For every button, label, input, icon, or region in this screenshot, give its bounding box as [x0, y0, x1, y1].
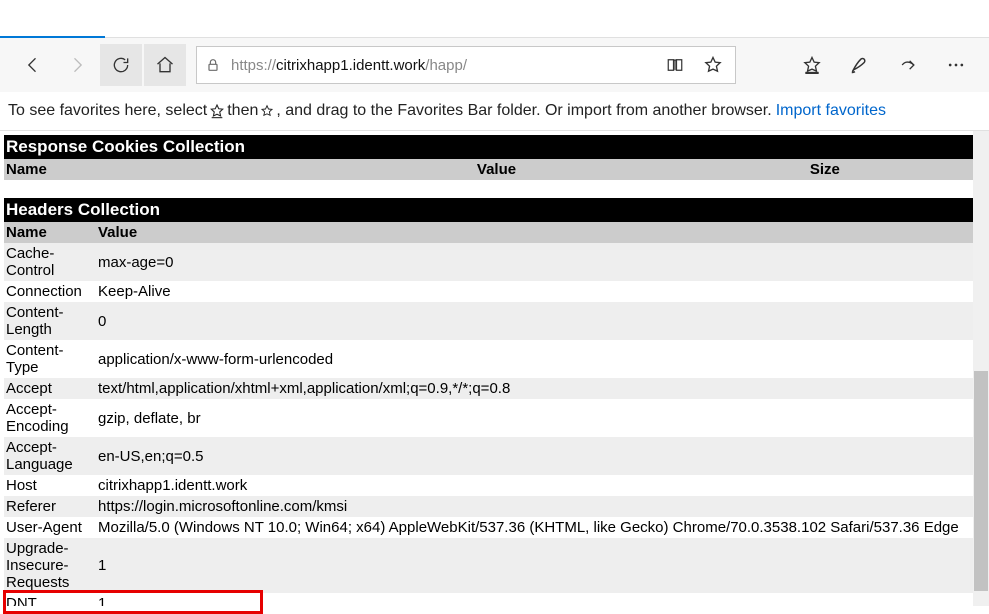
- cell-value: text/html,application/xhtml+xml,applicat…: [96, 378, 989, 399]
- response-cookies-table: Name Value Size: [4, 159, 989, 180]
- home-button[interactable]: [144, 44, 186, 86]
- col-size: Size: [661, 159, 989, 180]
- favorites-menu-button[interactable]: [791, 44, 833, 86]
- cell-name: Host: [4, 475, 96, 496]
- favbar-text-1: To see favorites here, select: [8, 102, 207, 120]
- favbar-text-3: , and drag to the Favorites Bar folder. …: [276, 102, 771, 120]
- col-value: Value: [332, 159, 660, 180]
- table-row: Accept-Encodinggzip, deflate, br: [4, 399, 989, 437]
- cell-value: Mozilla/5.0 (Windows NT 10.0; Win64; x64…: [96, 517, 989, 538]
- cell-value: citrixhapp1.identt.work: [96, 475, 989, 496]
- cell-name: Referer: [4, 496, 96, 517]
- cell-value: Keep-Alive: [96, 281, 989, 302]
- cell-name: Connection: [4, 281, 96, 302]
- table-row: Cache-Controlmax-age=0: [4, 243, 989, 281]
- cell-name: Upgrade-Insecure-Requests: [4, 538, 96, 593]
- page-content: Response Cookies Collection Name Value S…: [0, 131, 989, 606]
- toolbar-right-group: [791, 44, 977, 86]
- cell-value: 0: [96, 302, 989, 340]
- forward-button[interactable]: [56, 44, 98, 86]
- page-viewport: Response Cookies Collection Name Value S…: [0, 130, 989, 606]
- vertical-scrollbar[interactable]: [973, 131, 989, 606]
- table-row: ConnectionKeep-Alive: [4, 281, 989, 302]
- favbar-text-2: then: [227, 102, 258, 120]
- url-text[interactable]: https://citrixhapp1.identt.work/happ/: [231, 57, 651, 74]
- share-button[interactable]: [887, 44, 929, 86]
- cell-value: max-age=0: [96, 243, 989, 281]
- cell-name: Accept: [4, 378, 96, 399]
- col-name: Name: [4, 159, 332, 180]
- favorite-star-button[interactable]: [699, 51, 727, 79]
- reading-view-button[interactable]: [661, 51, 689, 79]
- cell-value: en-US,en;q=0.5: [96, 437, 989, 475]
- cell-name: Accept-Encoding: [4, 399, 96, 437]
- table-row: Accept-Languageen-US,en;q=0.5: [4, 437, 989, 475]
- table-row: Upgrade-Insecure-Requests1: [4, 538, 989, 593]
- table-row: DNT1: [4, 593, 989, 606]
- favorite-list-icon: [209, 103, 225, 119]
- cell-value: gzip, deflate, br: [96, 399, 989, 437]
- table-row: User-AgentMozilla/5.0 (Windows NT 10.0; …: [4, 517, 989, 538]
- cell-value: 1: [96, 593, 989, 606]
- headers-table: Name Value Cache-Controlmax-age=0 Connec…: [4, 222, 989, 606]
- cell-name: DNT: [4, 593, 96, 606]
- cell-value: application/x-www-form-urlencoded: [96, 340, 989, 378]
- cell-name: Cache-Control: [4, 243, 96, 281]
- cell-name: Content-Type: [4, 340, 96, 378]
- import-favorites-link[interactable]: Import favorites: [776, 102, 886, 120]
- url-path: /happ/: [425, 57, 467, 74]
- headers-header-row: Name Value: [4, 222, 989, 243]
- refresh-button[interactable]: [100, 44, 142, 86]
- response-cookies-heading: Response Cookies Collection: [4, 135, 989, 159]
- table-row: Content-Typeapplication/x-www-form-urlen…: [4, 340, 989, 378]
- url-protocol: https://: [231, 57, 276, 74]
- table-row: Hostcitrixhapp1.identt.work: [4, 475, 989, 496]
- table-row: Accepttext/html,application/xhtml+xml,ap…: [4, 378, 989, 399]
- col-name: Name: [4, 222, 96, 243]
- notes-button[interactable]: [839, 44, 881, 86]
- more-button[interactable]: [935, 44, 977, 86]
- favorites-bar-hint: To see favorites here, select then , and…: [0, 92, 989, 130]
- response-cookies-header-row: Name Value Size: [4, 159, 989, 180]
- cell-value: 1: [96, 538, 989, 593]
- url-host: citrixhapp1.identt.work: [276, 57, 425, 74]
- browser-toolbar: https://citrixhapp1.identt.work/happ/: [0, 38, 989, 92]
- cell-name: Accept-Language: [4, 437, 96, 475]
- headers-heading: Headers Collection: [4, 198, 989, 222]
- cell-name: Content-Length: [4, 302, 96, 340]
- col-value: Value: [96, 222, 989, 243]
- active-tab-indicator: [0, 36, 105, 38]
- star-icon: [260, 104, 274, 118]
- table-row: Refererhttps://login.microsoftonline.com…: [4, 496, 989, 517]
- address-bar[interactable]: https://citrixhapp1.identt.work/happ/: [196, 46, 736, 84]
- cell-name: User-Agent: [4, 517, 96, 538]
- back-button[interactable]: [12, 44, 54, 86]
- tab-strip[interactable]: [0, 0, 989, 38]
- table-row: Content-Length0: [4, 302, 989, 340]
- scrollbar-thumb[interactable]: [974, 371, 988, 591]
- cell-value: https://login.microsoftonline.com/kmsi: [96, 496, 989, 517]
- lock-icon: [205, 57, 221, 73]
